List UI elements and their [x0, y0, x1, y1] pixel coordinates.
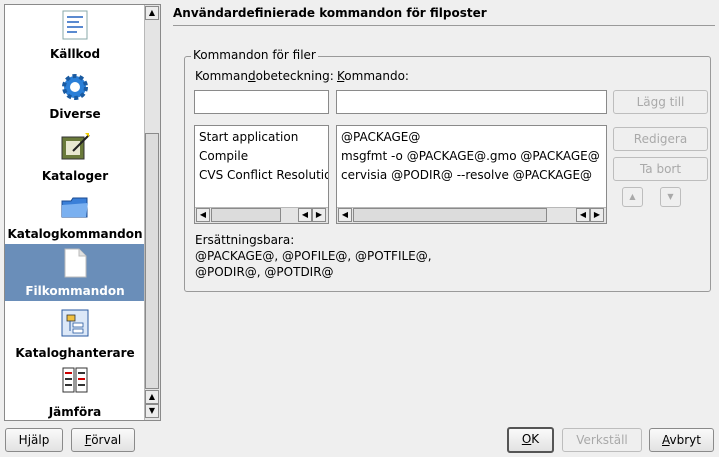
help-button[interactable]: Hjälp — [5, 428, 63, 452]
sidebar-item-label: Kataloghanterare — [15, 346, 135, 360]
command-hscrollbar[interactable]: ◀ ◀ ▶ — [337, 207, 606, 223]
add-button[interactable]: Lägg till — [613, 90, 708, 114]
sidebar-item-catalogs[interactable]: Kataloger — [5, 129, 145, 187]
sidebar-item-label: Filkommandon — [25, 284, 125, 298]
move-down-icon[interactable]: ▼ — [660, 187, 681, 207]
sidebar-item-label: Kataloger — [41, 169, 109, 183]
list-item[interactable]: CVS Conflict Resolution — [199, 168, 328, 182]
scroll-up-icon[interactable]: ▲ — [145, 390, 159, 404]
sidebar-item-label: Diverse — [49, 107, 101, 121]
title-divider — [173, 25, 715, 26]
move-up-icon[interactable]: ▲ — [622, 187, 643, 207]
remove-button[interactable]: Ta bort — [613, 157, 708, 181]
scroll-right-icon[interactable]: ▶ — [312, 208, 326, 222]
defaults-button[interactable]: Förval — [71, 428, 135, 452]
list-item[interactable]: Start application — [199, 130, 298, 144]
sidebar-item-source[interactable]: Källkod — [5, 5, 145, 63]
scroll-left-icon[interactable]: ◀ — [576, 208, 590, 222]
list-item[interactable]: Compile — [199, 149, 248, 163]
command-list[interactable]: @PACKAGE@ msgfmt -o @PACKAGE@.gmo @PACKA… — [336, 125, 607, 224]
list-item[interactable]: msgfmt -o @PACKAGE@.gmo @PACKAGE@ — [341, 149, 600, 163]
scrollbar-thumb[interactable] — [353, 208, 547, 222]
description-field[interactable] — [194, 90, 329, 114]
sidebar-item-catalog-manager[interactable]: Kataloghanterare — [5, 305, 145, 361]
scroll-left-icon[interactable]: ◀ — [196, 208, 210, 222]
description-hscrollbar[interactable]: ◀ ◀ ▶ — [195, 207, 328, 223]
list-item[interactable]: @PACKAGE@ — [341, 130, 420, 144]
sidebar-item-label: Katalogkommandon — [7, 227, 143, 241]
group-title: Kommandon för filer — [191, 48, 318, 62]
sidebar-item-misc[interactable]: Diverse — [5, 69, 145, 127]
catalog-wand-icon — [61, 133, 90, 160]
description-label: Kommandobeteckning: — [195, 69, 334, 83]
sidebar-scrollbar[interactable]: ▲ ▲ ▼ — [144, 5, 160, 420]
sidebar-item-label: Jämföra — [48, 405, 102, 419]
list-item[interactable]: cervisia @PODIR@ --resolve @PACKAGE@ — [341, 168, 592, 182]
sidebar-item-compare[interactable]: Jämföra — [5, 363, 145, 420]
description-list[interactable]: Start application Compile CVS Conflict R… — [194, 125, 329, 224]
scroll-up-icon[interactable]: ▲ — [145, 6, 159, 20]
scroll-down-icon[interactable]: ▼ — [145, 404, 159, 418]
apply-button[interactable]: Verkställ — [562, 428, 642, 452]
file-icon — [64, 248, 87, 278]
scrollbar-thumb[interactable] — [145, 133, 159, 389]
command-label: Kommando: — [337, 69, 409, 83]
sidebar-list[interactable]: Källkod Diverse Kataloger Katalogkommand… — [4, 4, 161, 421]
replaceables-label: Ersättningsbara: — [195, 233, 295, 247]
replaceables-line: @PACKAGE@, @POFILE@, @POTFILE@, — [195, 249, 432, 263]
scroll-left-icon[interactable]: ◀ — [338, 208, 352, 222]
ok-button[interactable]: OK — [507, 427, 554, 453]
cancel-button[interactable]: Avbryt — [649, 428, 714, 452]
page-title: Användardefinierade kommandon för filpos… — [173, 6, 487, 20]
gear-icon — [62, 74, 88, 100]
edit-button[interactable]: Redigera — [613, 127, 708, 151]
source-code-icon — [62, 10, 88, 40]
scroll-right-icon[interactable]: ▶ — [590, 208, 604, 222]
sidebar-item-catalog-commands[interactable]: Katalogkommandon — [5, 189, 145, 245]
scroll-left-icon[interactable]: ◀ — [298, 208, 312, 222]
sidebar-item-file-commands[interactable]: Filkommandon — [5, 244, 145, 301]
replaceables-line: @PODIR@, @POTDIR@ — [195, 265, 334, 279]
command-field[interactable] — [336, 90, 607, 114]
folder-icon — [61, 197, 88, 218]
compare-icon — [62, 367, 88, 393]
scrollbar-thumb[interactable] — [211, 208, 281, 222]
catalog-manager-icon — [61, 309, 89, 337]
sidebar-item-label: Källkod — [49, 47, 101, 61]
